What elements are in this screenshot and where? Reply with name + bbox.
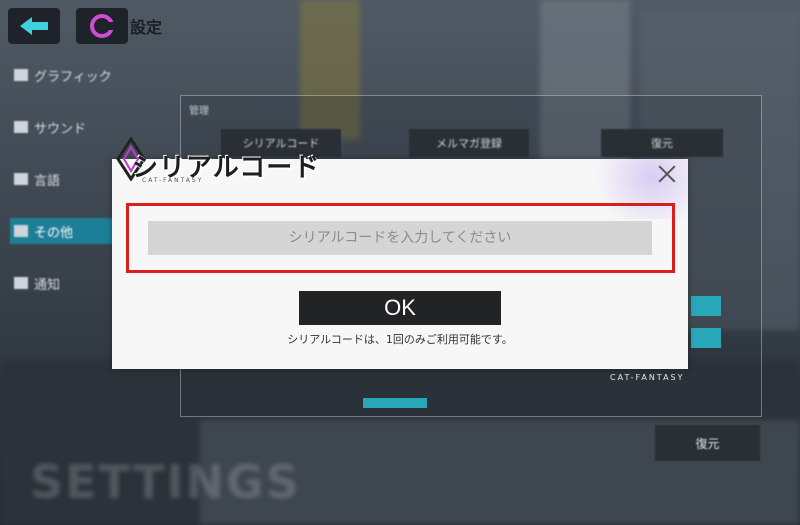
menu-item-label: 通知 xyxy=(34,277,61,293)
menu-item-graphics[interactable]: グラフィック xyxy=(10,62,130,88)
menu-item-label: その他 xyxy=(34,225,74,241)
toggle-switch[interactable] xyxy=(363,398,427,408)
app-logo-button[interactable] xyxy=(76,8,128,44)
dialog-brand: CAT-FANTASY xyxy=(142,177,204,184)
newsletter-button[interactable]: メルマガ登録 xyxy=(409,129,529,157)
menu-item-other[interactable]: その他 xyxy=(10,218,114,244)
back-button[interactable] xyxy=(8,8,60,44)
graphics-icon xyxy=(14,69,28,81)
toggle-switch[interactable] xyxy=(691,328,721,348)
usage-note: シリアルコードは、1回のみご利用可能です。 xyxy=(287,333,513,346)
page-title: 設定 xyxy=(130,18,163,37)
close-icon[interactable] xyxy=(656,163,678,185)
serial-code-input[interactable] xyxy=(148,221,652,255)
language-icon xyxy=(14,173,28,185)
notification-icon xyxy=(14,277,28,289)
menu-item-label: サウンド xyxy=(34,121,87,137)
serial-code-dialog: シリアルコード CAT-FANTASY OK シリアルコードは、1回のみご利用可… xyxy=(112,137,688,369)
settings-watermark: SETTINGS xyxy=(30,455,301,509)
menu-item-label: グラフィック xyxy=(34,69,112,85)
app-logo-icon xyxy=(90,14,114,38)
brand-label: CAT-FANTASY xyxy=(610,373,685,382)
sound-icon xyxy=(14,121,28,133)
restore-button[interactable]: 復元 xyxy=(601,129,723,157)
other-icon xyxy=(14,225,28,237)
ok-button[interactable]: OK xyxy=(299,291,501,325)
section-label: 管理 xyxy=(189,106,209,117)
menu-item-sound[interactable]: サウンド xyxy=(10,114,130,140)
menu-item-label: 言語 xyxy=(34,173,61,189)
restore-main-button[interactable]: 復元 xyxy=(655,425,760,461)
back-arrow-icon xyxy=(20,17,48,35)
toggle-switch[interactable] xyxy=(691,296,721,316)
